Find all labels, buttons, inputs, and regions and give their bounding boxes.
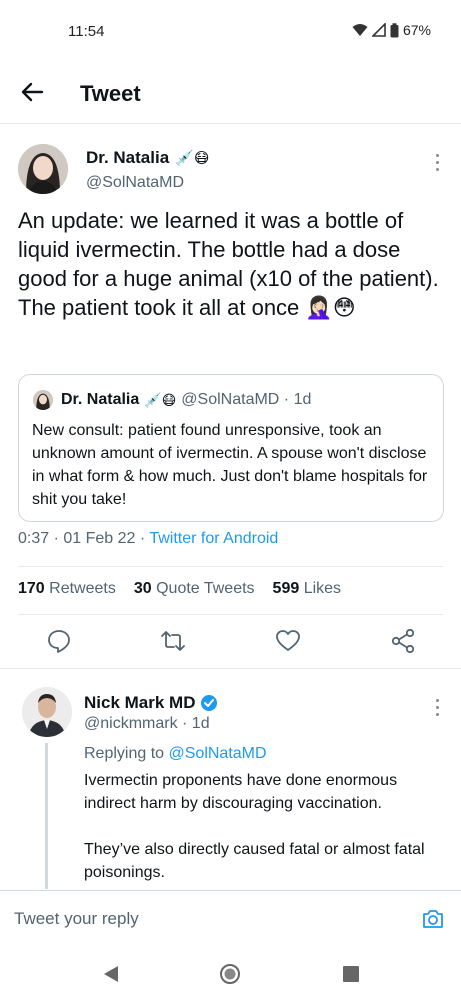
reply-input[interactable]: Tweet your reply <box>14 909 139 929</box>
quoted-author-emoji: 💉😷 <box>144 391 177 408</box>
reply-paragraph: They’ve also directly caused fatal or al… <box>84 841 425 881</box>
nav-back-icon[interactable] <box>100 963 122 985</box>
tweet-meta: 0:37 · 01 Feb 22 · Twitter for Android <box>18 530 278 548</box>
reply-tweet[interactable]: Nick Mark MD @nickmmark · 1d Replying to… <box>0 669 461 889</box>
page-title: Tweet <box>80 81 141 106</box>
signal-icon <box>371 23 386 37</box>
reply-paragraph: Ivermectin proponents have done enormous… <box>84 772 398 812</box>
tweet-timestamp: 0:37 · 01 Feb 22 · <box>18 530 150 547</box>
system-nav-bar <box>0 948 461 1000</box>
avatar-image <box>18 144 68 194</box>
reply-author-row: Nick Mark MD <box>84 693 218 713</box>
like-icon[interactable] <box>275 628 301 654</box>
tweet-text: An update: we learned it was a bottle of… <box>18 208 439 320</box>
likes-stat[interactable]: 599 Likes <box>273 580 342 598</box>
retweets-stat[interactable]: 170 Retweets <box>18 580 116 598</box>
quoted-meta: @SolNataMD · 1d <box>181 391 312 408</box>
app-bar: Tweet <box>0 62 461 124</box>
author-name-row[interactable]: Dr. Natalia 💉😷 <box>86 148 209 168</box>
author-emoji: 💉😷 <box>175 150 210 167</box>
divider <box>18 614 443 615</box>
nav-home-icon[interactable] <box>219 963 241 985</box>
quoted-author-row: Dr. Natalia 💉😷 @SolNataMD · 1d <box>61 391 311 409</box>
thread-line <box>45 743 48 889</box>
reply-avatar-image <box>22 687 72 737</box>
avatar[interactable] <box>18 144 68 194</box>
reply-icon[interactable] <box>46 628 72 654</box>
more-icon[interactable] <box>435 699 441 719</box>
reply-author-name[interactable]: Nick Mark MD <box>84 693 195 713</box>
quoted-text: New consult: patient found unresponsive,… <box>32 422 428 508</box>
share-icon[interactable] <box>390 628 416 654</box>
status-bar: 11:54 67% <box>0 0 461 62</box>
verified-icon <box>201 695 218 711</box>
camera-icon[interactable] <box>421 907 445 931</box>
divider <box>18 566 443 567</box>
status-time: 11:54 <box>68 23 105 40</box>
replying-to-handle[interactable]: @SolNataMD <box>169 745 267 762</box>
author-handle[interactable]: @SolNataMD <box>86 174 184 192</box>
retweet-icon[interactable] <box>160 628 186 654</box>
tweet-stats: 170 Retweets 30 Quote Tweets 599 Likes <box>18 580 341 598</box>
reply-text: Ivermectin proponents have done enormous… <box>84 769 444 907</box>
status-icons: 67% <box>352 22 431 38</box>
reply-handle: @nickmmark · 1d <box>84 715 210 732</box>
nav-recents-icon[interactable] <box>340 963 362 985</box>
reply-avatar[interactable] <box>22 687 72 737</box>
replying-prefix: Replying to <box>84 745 169 762</box>
quoted-author-name: Dr. Natalia <box>61 391 140 408</box>
wifi-icon <box>352 24 368 36</box>
battery-percent: 67% <box>402 22 431 38</box>
quotes-stat[interactable]: 30 Quote Tweets <box>134 580 255 598</box>
tweet-client-link[interactable]: Twitter for Android <box>149 530 278 547</box>
quoted-avatar <box>33 390 53 410</box>
replying-to: Replying to @SolNataMD <box>84 745 267 763</box>
tweet-actions <box>0 624 461 664</box>
back-arrow-icon[interactable] <box>18 78 46 106</box>
battery-icon <box>390 22 399 37</box>
reply-composer[interactable]: Tweet your reply <box>0 890 461 948</box>
author-name: Dr. Natalia <box>86 148 170 167</box>
quoted-tweet[interactable]: Dr. Natalia 💉😷 @SolNataMD · 1d New consu… <box>18 374 444 522</box>
more-icon[interactable] <box>435 154 441 174</box>
